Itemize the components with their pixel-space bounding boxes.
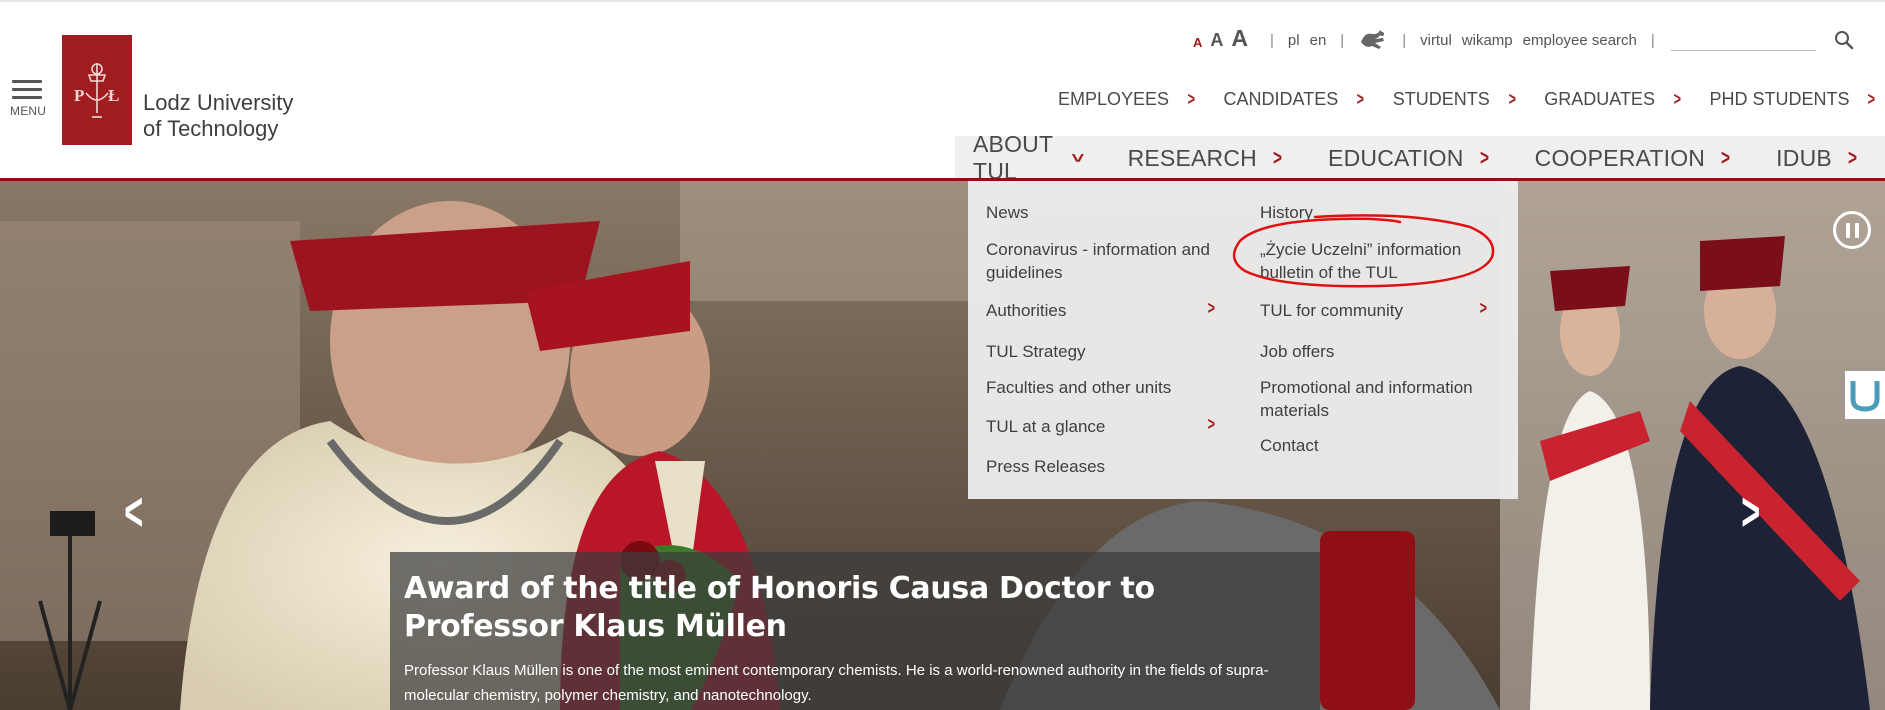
svg-text:Ł: Ł <box>108 86 119 105</box>
dropdown-item-press-releases[interactable]: Press Releases <box>986 455 1218 478</box>
dropdown-item-job-offers[interactable]: Job offers <box>1260 340 1500 363</box>
audience-nav: EMPLOYEES > CANDIDATES > STUDENTS > GRADUAT… <box>1058 89 1885 110</box>
site-header: MENU P Ł Lodz University of Technology A… <box>0 2 1885 184</box>
side-widget-icon[interactable] <box>1845 371 1885 419</box>
nav-idub[interactable]: IDUB > <box>1776 145 1859 172</box>
slide-caption[interactable]: Award of the title of Honoris Causa Doct… <box>390 552 1320 710</box>
chevron-right-icon: > <box>1479 298 1487 318</box>
employee-search-link[interactable]: employee search <box>1523 32 1637 49</box>
svg-text:P: P <box>74 86 84 105</box>
chevron-right-icon: > <box>1847 145 1858 170</box>
dropdown-item-contact[interactable]: Contact <box>1260 434 1500 457</box>
chevron-right-icon: > <box>1272 145 1283 170</box>
university-name[interactable]: Lodz University of Technology <box>143 90 293 142</box>
separator: | <box>1340 31 1345 49</box>
chevron-right-icon: > <box>1673 89 1681 109</box>
nav-cooperation[interactable]: COOPERATION > <box>1535 145 1733 172</box>
chevron-right-icon: > <box>1187 89 1195 109</box>
dropdown-item-zycie-uczelni[interactable]: „Życie Uczelni” information bulletin of … <box>1260 238 1490 284</box>
menu-label: MENU <box>10 104 47 118</box>
dropdown-item-faculties[interactable]: Faculties and other units <box>986 376 1218 399</box>
dropdown-item-history[interactable]: History <box>1260 201 1500 224</box>
hamburger-icon <box>10 80 44 99</box>
dropdown-item-tul-at-a-glance[interactable]: TUL at a glance <box>986 415 1218 438</box>
logo-emblem-icon: P Ł <box>62 35 132 145</box>
separator: | <box>1402 31 1407 49</box>
wikamp-link[interactable]: wikamp <box>1462 32 1513 49</box>
university-name-line1: Lodz University <box>143 90 294 115</box>
hero-slider: < > Award of the title of Honoris Causa … <box>0 181 1885 710</box>
chevron-right-icon: > <box>1721 145 1731 170</box>
dropdown-item-tul-strategy[interactable]: TUL Strategy <box>986 340 1218 363</box>
menu-button[interactable]: MENU <box>10 80 47 118</box>
font-size-large-button[interactable]: A <box>1231 25 1248 52</box>
chevron-right-icon: > <box>1207 298 1215 318</box>
nav-education[interactable]: EDUCATION > <box>1328 145 1491 172</box>
main-nav: ABOUT TUL > RESEARCH > EDUCATION > COOPERAT… <box>955 131 1885 184</box>
chevron-right-icon: > <box>1207 414 1215 434</box>
dropdown-item-tul-for-community[interactable]: TUL for community <box>1260 299 1500 322</box>
chevron-right-icon: > <box>1868 89 1876 109</box>
separator: | <box>1650 31 1655 49</box>
chevron-right-icon: > <box>1508 89 1516 109</box>
slider-prev-arrow[interactable]: < <box>124 481 143 543</box>
separator: | <box>1270 31 1274 49</box>
university-name-line2: of Technology <box>143 116 279 141</box>
chevron-right-icon: > <box>1479 145 1489 170</box>
font-size-medium-button[interactable]: A <box>1210 30 1223 51</box>
university-logo[interactable]: P Ł <box>62 35 132 145</box>
slider-next-arrow[interactable]: > <box>1741 481 1760 543</box>
virtul-link[interactable]: virtul <box>1420 32 1452 49</box>
nav-phd-students[interactable]: PHD STUDENTS > <box>1709 89 1877 110</box>
nav-graduates[interactable]: GRADUATES > <box>1544 89 1682 110</box>
dropdown-item-authorities[interactable]: Authorities <box>986 299 1218 322</box>
slide-description: Professor Klaus Müllen is one of the mos… <box>404 662 1269 704</box>
dropdown-item-coronavirus[interactable]: Coronavirus - information and guidelines <box>986 238 1218 284</box>
dropdown-item-news[interactable]: News <box>986 201 1218 224</box>
chevron-right-icon: > <box>1356 89 1365 109</box>
lang-en-link[interactable]: en <box>1310 32 1327 49</box>
nav-students[interactable]: STUDENTS > <box>1393 89 1518 110</box>
chevron-down-icon: > <box>1065 153 1091 163</box>
lang-pl-link[interactable]: pl <box>1288 32 1300 49</box>
slide-title[interactable]: Award of the title of Honoris Causa Doct… <box>404 570 1306 646</box>
nav-about-tul[interactable]: ABOUT TUL > <box>973 131 1090 185</box>
nav-employees[interactable]: EMPLOYEES > <box>1058 89 1197 110</box>
slider-pause-button[interactable] <box>1833 211 1871 249</box>
font-size-small-button[interactable]: A <box>1193 35 1202 50</box>
about-tul-dropdown: News Coronavirus - information and guide… <box>968 181 1518 499</box>
nav-research[interactable]: RESEARCH > <box>1128 145 1284 172</box>
search-icon[interactable] <box>1834 30 1854 50</box>
search-input[interactable] <box>1670 29 1816 51</box>
utility-bar: A A A | pl en | | virtul wikamp employee… <box>1193 25 1854 52</box>
sign-language-icon[interactable] <box>1358 28 1388 52</box>
nav-candidates[interactable]: CANDIDATES > <box>1224 89 1366 110</box>
dropdown-item-promotional-materials[interactable]: Promotional and information materials <box>1260 376 1500 422</box>
